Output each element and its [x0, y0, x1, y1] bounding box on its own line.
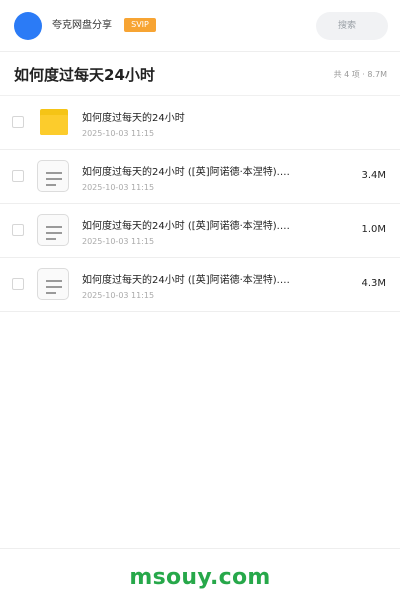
document-icon: [37, 214, 69, 246]
file-size: 4.3M: [361, 278, 386, 289]
file-date: 2025-10-03 11:15: [82, 291, 155, 300]
document-icon: [37, 268, 69, 300]
file-date: 2025-10-03 11:15: [82, 237, 155, 246]
file-summary: 共 4 项 · 8.7M: [333, 70, 387, 79]
header: 夸克网盘分享 SVIP 搜索: [0, 0, 400, 52]
document-icon: [37, 160, 69, 192]
row-checkbox[interactable]: [12, 278, 24, 290]
page-title: 如何度过每天24小时: [14, 66, 155, 84]
file-date: 2025-10-03 11:15: [82, 129, 155, 138]
row-checkbox[interactable]: [12, 170, 24, 182]
file-size: 3.4M: [361, 170, 386, 181]
file-row[interactable]: 如何度过每天的24小时 2025-10-03 11:15: [0, 96, 400, 150]
folder-icon: [40, 109, 68, 135]
watermark: msouy.com: [129, 565, 271, 590]
file-name[interactable]: 如何度过每天的24小时 ([英]阿诺德·本涅特).…: [82, 274, 312, 288]
footer: msouy.com: [0, 548, 400, 600]
avatar[interactable]: [14, 12, 42, 40]
file-name[interactable]: 如何度过每天的24小时 ([英]阿诺德·本涅特).…: [82, 220, 312, 234]
title-bar: 如何度过每天24小时 共 4 项 · 8.7M: [0, 52, 400, 96]
file-row[interactable]: 如何度过每天的24小时 ([英]阿诺德·本涅特).… 2025-10-03 11…: [0, 258, 400, 312]
file-row[interactable]: 如何度过每天的24小时 ([英]阿诺德·本涅特).… 2025-10-03 11…: [0, 204, 400, 258]
app-name: 夸克网盘分享: [52, 20, 112, 31]
row-checkbox[interactable]: [12, 116, 24, 128]
file-list: 如何度过每天的24小时 2025-10-03 11:15 如何度过每天的24小时…: [0, 96, 400, 312]
search-box[interactable]: 搜索: [316, 12, 388, 40]
file-size: 1.0M: [361, 224, 386, 235]
file-row[interactable]: 如何度过每天的24小时 ([英]阿诺德·本涅特).… 2025-10-03 11…: [0, 150, 400, 204]
file-date: 2025-10-03 11:15: [82, 183, 155, 192]
svip-badge: SVIP: [124, 18, 156, 32]
row-checkbox[interactable]: [12, 224, 24, 236]
file-name[interactable]: 如何度过每天的24小时 ([英]阿诺德·本涅特).…: [82, 166, 312, 180]
file-name[interactable]: 如何度过每天的24小时: [82, 112, 312, 126]
